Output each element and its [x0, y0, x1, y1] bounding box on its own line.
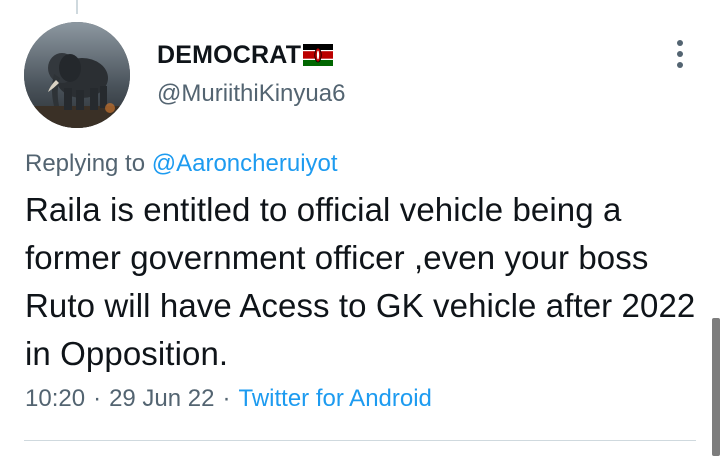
reply-mention-link[interactable]: @Aaroncheruiyot	[152, 150, 338, 177]
display-name[interactable]: DEMOCRAT	[157, 41, 301, 70]
thread-connector-line	[76, 0, 78, 14]
avatar[interactable]	[24, 22, 130, 128]
replying-to: Replying to @Aaroncheruiyot	[25, 150, 338, 178]
tweet-date[interactable]: 29 Jun 22	[109, 385, 214, 413]
meta-separator: ·	[222, 385, 231, 412]
scrollbar-thumb[interactable]	[712, 318, 720, 456]
user-handle[interactable]: @MuriithiKinyua6	[157, 80, 345, 108]
tweet-source-link[interactable]: Twitter for Android	[238, 385, 431, 413]
elephant-icon	[24, 22, 130, 128]
tweet-time[interactable]: 10:20	[25, 385, 85, 413]
author-name-row[interactable]: DEMOCRAT	[157, 38, 334, 72]
more-dot	[677, 51, 683, 57]
meta-separator: ·	[93, 385, 102, 412]
more-options-icon[interactable]	[672, 40, 688, 68]
divider	[24, 440, 696, 441]
tweet-metadata: 10:20 · 29 Jun 22 · Twitter for Android	[25, 385, 432, 413]
tweet-text: Raila is entitled to official vehicle be…	[25, 191, 696, 372]
more-dot	[677, 40, 683, 46]
replying-to-label: Replying to	[25, 150, 146, 177]
kenya-flag-icon	[303, 44, 334, 66]
more-dot	[677, 62, 683, 68]
